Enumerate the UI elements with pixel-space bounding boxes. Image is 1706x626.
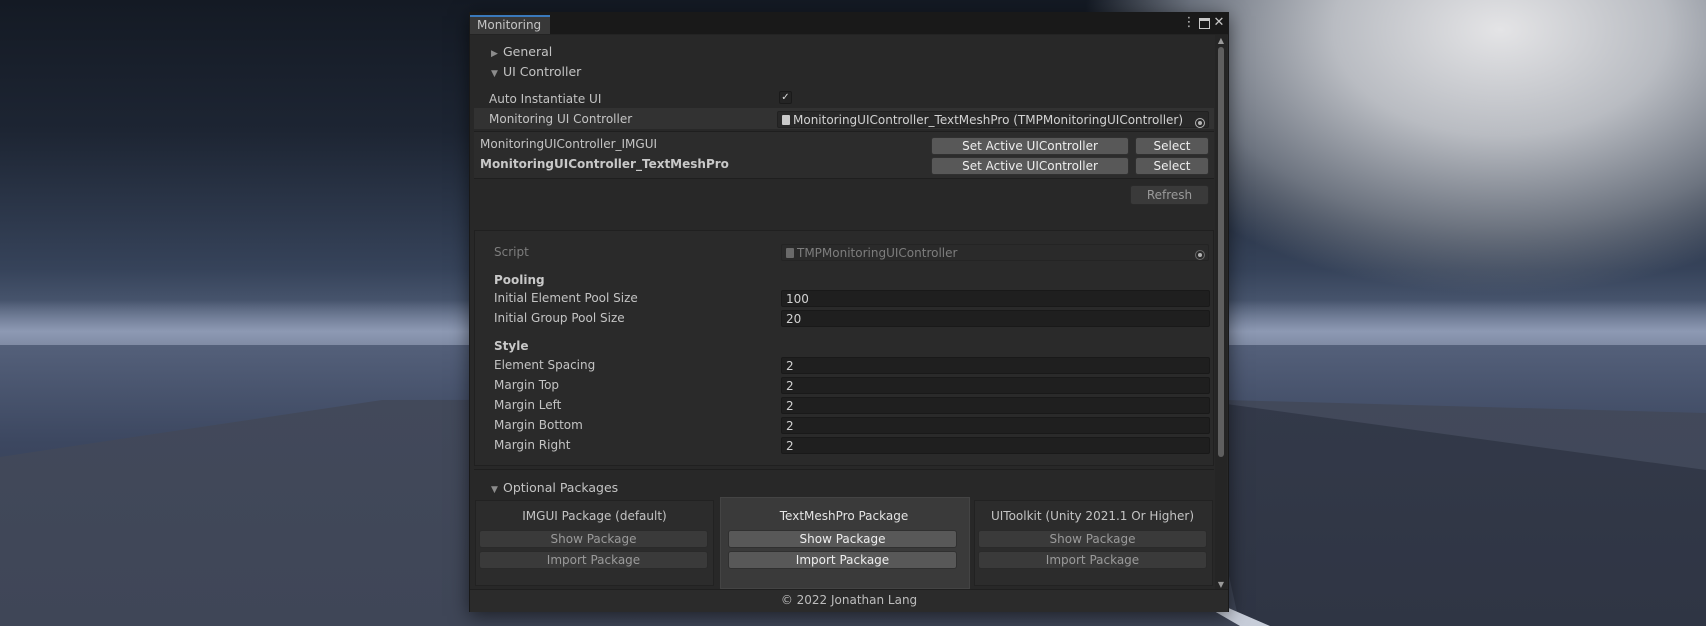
margin-right-field[interactable]: 2 <box>781 437 1210 454</box>
select-button[interactable]: Select <box>1135 157 1209 175</box>
initial-element-pool-label: Initial Element Pool Size <box>494 291 638 305</box>
margin-top-label: Margin Top <box>494 378 560 392</box>
initial-group-pool-field[interactable]: 20 <box>781 310 1210 327</box>
foldout-general[interactable]: ▶ General <box>491 43 552 61</box>
margin-left-field[interactable]: 2 <box>781 397 1210 414</box>
package-title: IMGUI Package (default) <box>522 509 667 523</box>
import-package-button[interactable]: Import Package <box>978 551 1207 569</box>
margin-bottom-field[interactable]: 2 <box>781 417 1210 434</box>
margin-left-label: Margin Left <box>494 398 562 412</box>
scroll-up-icon[interactable]: ▲ <box>1215 36 1227 46</box>
element-spacing-field[interactable]: 2 <box>781 357 1210 374</box>
show-package-button[interactable]: Show Package <box>728 530 957 548</box>
controller-object-value: MonitoringUIController_TextMeshPro (TMPM… <box>793 113 1184 127</box>
controller-label: Monitoring UI Controller <box>489 112 633 126</box>
show-package-button[interactable]: Show Package <box>978 530 1207 548</box>
select-button[interactable]: Select <box>1135 137 1209 155</box>
set-active-uicontroller-button[interactable]: Set Active UIController <box>931 157 1129 175</box>
monitoring-window: Monitoring ⋮ ✕ ▶ General ▼ UI Controller A… <box>469 12 1229 612</box>
auto-instantiate-checkbox[interactable]: ✓ <box>779 91 792 104</box>
import-package-button[interactable]: Import Package <box>479 551 708 569</box>
footer-copyright: © 2022 Jonathan Lang <box>470 589 1228 612</box>
margin-right-label: Margin Right <box>494 438 571 452</box>
vertical-scrollbar[interactable]: ▲ ▼ <box>1215 35 1227 593</box>
controller-list-item-name: MonitoringUIController_TextMeshPro <box>480 157 729 171</box>
foldout-general-label: General <box>503 44 553 59</box>
pooling-header: Pooling <box>494 273 545 287</box>
section-divider <box>474 469 1214 470</box>
package-title: TextMeshPro Package <box>779 509 909 523</box>
inspector-content: ▶ General ▼ UI Controller Auto Instantiate… <box>472 37 1214 593</box>
auto-instantiate-label: Auto Instantiate UI <box>489 92 602 106</box>
controller-object-field[interactable]: MonitoringUIController_TextMeshPro (TMPM… <box>777 111 1209 128</box>
script-value: TMPMonitoringUIController <box>797 246 958 260</box>
window-titlebar: Monitoring ⋮ ✕ <box>470 13 1228 35</box>
foldout-optional-packages-label: Optional Packages <box>503 480 619 495</box>
initial-group-pool-label: Initial Group Pool Size <box>494 311 625 325</box>
margin-bottom-label: Margin Bottom <box>494 418 583 432</box>
chevron-right-icon: ▶ <box>491 49 498 59</box>
margin-top-field[interactable]: 2 <box>781 377 1210 394</box>
style-header: Style <box>494 339 529 353</box>
set-active-uicontroller-button[interactable]: Set Active UIController <box>931 137 1129 155</box>
script-asset-icon <box>786 248 794 258</box>
chevron-down-icon: ▼ <box>491 485 498 495</box>
show-package-button[interactable]: Show Package <box>479 530 708 548</box>
package-title: UIToolkit (Unity 2021.1 Or Higher) <box>990 509 1195 523</box>
controller-list-item-name: MonitoringUIController_IMGUI <box>480 137 658 151</box>
refresh-button[interactable]: Refresh <box>1130 185 1209 205</box>
chevron-down-icon: ▼ <box>491 69 498 79</box>
object-picker-icon[interactable] <box>1195 118 1205 128</box>
element-spacing-label: Element Spacing <box>494 358 596 372</box>
initial-element-pool-field[interactable]: 100 <box>781 290 1210 307</box>
foldout-ui-controller-label: UI Controller <box>503 64 582 79</box>
script-asset-icon <box>782 115 790 125</box>
import-package-button[interactable]: Import Package <box>728 551 957 569</box>
script-field: TMPMonitoringUIController <box>781 244 1209 261</box>
object-picker-icon <box>1195 250 1205 260</box>
more-vert-icon[interactable]: ⋮ <box>1182 15 1196 31</box>
tab-monitoring[interactable]: Monitoring <box>470 15 550 34</box>
scrollbar-thumb[interactable] <box>1218 47 1224 457</box>
close-icon[interactable]: ✕ <box>1212 15 1226 31</box>
foldout-ui-controller[interactable]: ▼ UI Controller <box>491 63 581 81</box>
script-label: Script <box>494 245 529 259</box>
maximize-icon[interactable] <box>1197 15 1211 31</box>
foldout-optional-packages[interactable]: ▼ Optional Packages <box>491 479 618 497</box>
